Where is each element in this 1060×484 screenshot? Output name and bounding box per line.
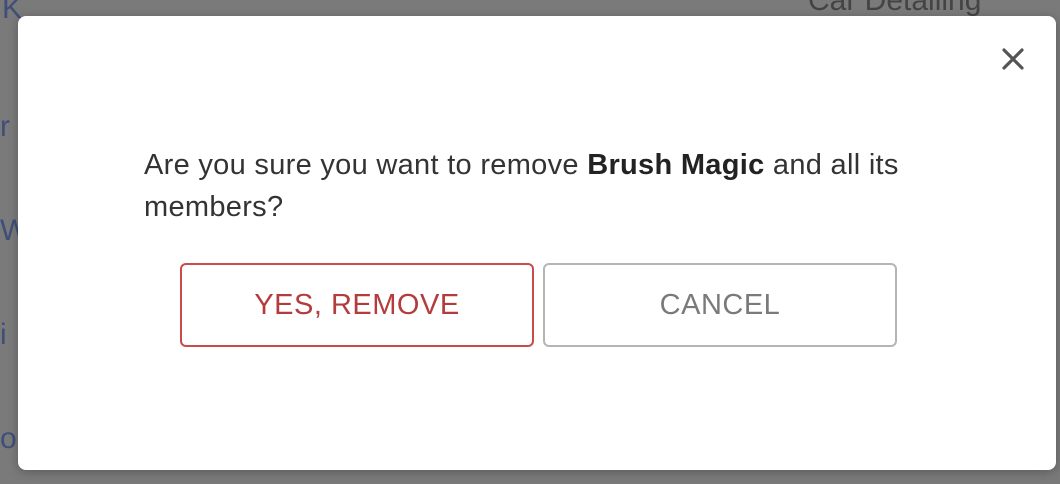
confirm-remove-dialog: Are you sure you want to remove Brush Ma… bbox=[18, 16, 1056, 470]
entity-name: Brush Magic bbox=[587, 149, 765, 181]
background-fragment: o bbox=[0, 422, 17, 455]
cancel-button[interactable]: CANCEL bbox=[543, 263, 897, 347]
close-icon bbox=[1001, 47, 1025, 71]
confirmation-message: Are you sure you want to remove Brush Ma… bbox=[144, 144, 944, 228]
background-fragment: i bbox=[0, 318, 7, 351]
background-fragment: Car Detailing bbox=[808, 0, 982, 17]
message-prefix: Are you sure you want to remove bbox=[144, 149, 588, 181]
background-fragment: r bbox=[0, 110, 10, 143]
yes-remove-button[interactable]: YES, REMOVE bbox=[180, 263, 534, 347]
close-button[interactable] bbox=[998, 44, 1028, 74]
